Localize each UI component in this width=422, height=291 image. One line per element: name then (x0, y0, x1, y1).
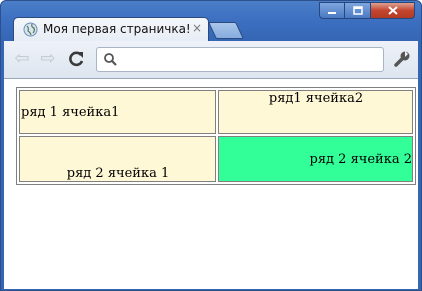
address-bar[interactable] (96, 47, 384, 72)
table-cell: ряд 2 ячейка 1 (19, 136, 216, 182)
browser-tab[interactable]: Моя первая страничка! × (13, 17, 209, 42)
minimize-icon (328, 11, 336, 14)
forward-arrow-icon[interactable]: ⇨ (38, 49, 58, 69)
close-window-button[interactable] (371, 2, 415, 19)
page-content: ряд 1 ячейка1 ряд1 ячейка2 ряд 2 ячейка … (4, 79, 418, 289)
browser-window: Моя первая страничка! × ⇦ ⇨ ряд 1 ячейка… (0, 0, 422, 291)
table-row: ряд 1 ячейка1 ряд1 ячейка2 (19, 90, 413, 134)
table-row: ряд 2 ячейка 1 ряд 2 ячейка 2 (19, 136, 413, 182)
new-tab-button[interactable] (208, 22, 244, 39)
wrench-icon[interactable] (392, 49, 412, 69)
tab-close-icon[interactable]: × (192, 21, 202, 35)
table-cell-highlight: ряд 2 ячейка 2 (218, 136, 413, 182)
reload-icon[interactable] (66, 49, 86, 69)
search-icon (104, 53, 117, 66)
back-arrow-icon[interactable]: ⇦ (12, 49, 32, 69)
maximize-icon (352, 6, 363, 15)
data-table: ряд 1 ячейка1 ряд1 ячейка2 ряд 2 ячейка … (16, 87, 416, 185)
toolbar: ⇦ ⇨ (4, 41, 418, 79)
minimize-button[interactable] (319, 2, 345, 19)
globe-icon (23, 22, 38, 37)
window-controls (319, 2, 415, 19)
table-cell: ряд1 ячейка2 (218, 90, 413, 134)
table-cell: ряд 1 ячейка1 (19, 90, 216, 134)
close-icon (387, 6, 398, 15)
maximize-button[interactable] (345, 2, 371, 19)
tab-title: Моя первая страничка! (43, 22, 191, 36)
